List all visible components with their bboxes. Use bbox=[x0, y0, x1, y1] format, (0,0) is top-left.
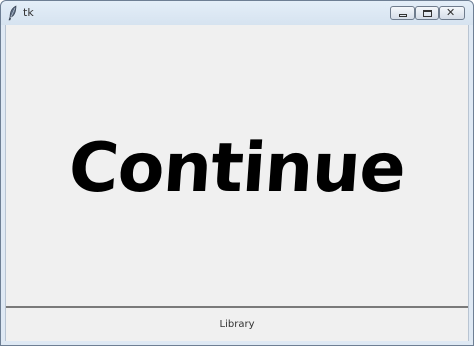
bottom-bar: Library bbox=[6, 308, 468, 341]
app-window: tk ✕ Continue Library bbox=[0, 0, 474, 346]
title-bar[interactable]: tk ✕ bbox=[1, 1, 473, 25]
feather-icon bbox=[8, 5, 17, 21]
library-button[interactable]: Library bbox=[214, 317, 261, 332]
maximize-icon bbox=[423, 10, 432, 17]
close-icon: ✕ bbox=[446, 6, 456, 19]
maximize-button[interactable] bbox=[415, 6, 439, 20]
minimize-button[interactable] bbox=[390, 6, 415, 20]
continue-button[interactable]: Continue bbox=[66, 129, 407, 208]
minimize-icon bbox=[399, 14, 407, 17]
main-area: Continue bbox=[6, 25, 468, 307]
close-button[interactable]: ✕ bbox=[439, 6, 465, 20]
client-area: Continue Library bbox=[5, 25, 469, 341]
window-title: tk bbox=[23, 6, 34, 19]
